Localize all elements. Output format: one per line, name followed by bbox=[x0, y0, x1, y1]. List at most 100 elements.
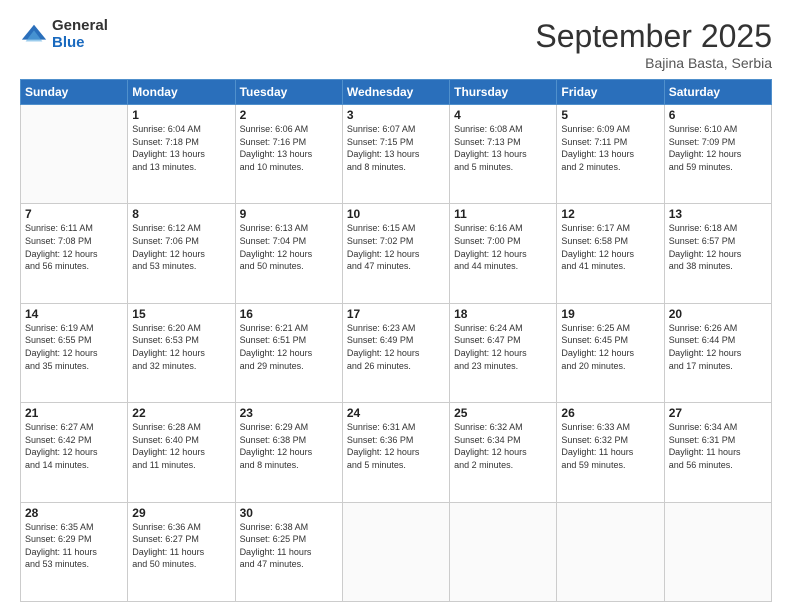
location-subtitle: Bajina Basta, Serbia bbox=[535, 55, 772, 71]
calendar-week-row: 28Sunrise: 6:35 AM Sunset: 6:29 PM Dayli… bbox=[21, 502, 772, 601]
calendar-day-23: 23Sunrise: 6:29 AM Sunset: 6:38 PM Dayli… bbox=[235, 403, 342, 502]
calendar-day-7: 7Sunrise: 6:11 AM Sunset: 7:08 PM Daylig… bbox=[21, 204, 128, 303]
day-info: Sunrise: 6:06 AM Sunset: 7:16 PM Dayligh… bbox=[240, 123, 338, 173]
day-header-sunday: Sunday bbox=[21, 80, 128, 105]
day-number: 19 bbox=[561, 307, 659, 321]
calendar-day-5: 5Sunrise: 6:09 AM Sunset: 7:11 PM Daylig… bbox=[557, 105, 664, 204]
day-number: 15 bbox=[132, 307, 230, 321]
calendar-week-row: 21Sunrise: 6:27 AM Sunset: 6:42 PM Dayli… bbox=[21, 403, 772, 502]
day-header-thursday: Thursday bbox=[450, 80, 557, 105]
calendar-day-25: 25Sunrise: 6:32 AM Sunset: 6:34 PM Dayli… bbox=[450, 403, 557, 502]
empty-day-cell bbox=[664, 502, 771, 601]
day-info: Sunrise: 6:21 AM Sunset: 6:51 PM Dayligh… bbox=[240, 322, 338, 372]
day-number: 28 bbox=[25, 506, 123, 520]
header: General Blue September 2025 Bajina Basta… bbox=[20, 18, 772, 71]
calendar-day-6: 6Sunrise: 6:10 AM Sunset: 7:09 PM Daylig… bbox=[664, 105, 771, 204]
day-number: 8 bbox=[132, 207, 230, 221]
calendar-day-9: 9Sunrise: 6:13 AM Sunset: 7:04 PM Daylig… bbox=[235, 204, 342, 303]
calendar-day-2: 2Sunrise: 6:06 AM Sunset: 7:16 PM Daylig… bbox=[235, 105, 342, 204]
calendar-day-17: 17Sunrise: 6:23 AM Sunset: 6:49 PM Dayli… bbox=[342, 303, 449, 402]
calendar-day-18: 18Sunrise: 6:24 AM Sunset: 6:47 PM Dayli… bbox=[450, 303, 557, 402]
day-number: 17 bbox=[347, 307, 445, 321]
logo: General Blue bbox=[20, 18, 108, 51]
day-number: 20 bbox=[669, 307, 767, 321]
day-number: 18 bbox=[454, 307, 552, 321]
empty-day-cell bbox=[342, 502, 449, 601]
day-number: 5 bbox=[561, 108, 659, 122]
day-header-monday: Monday bbox=[128, 80, 235, 105]
day-info: Sunrise: 6:12 AM Sunset: 7:06 PM Dayligh… bbox=[132, 222, 230, 272]
logo-blue: Blue bbox=[52, 35, 108, 52]
day-info: Sunrise: 6:36 AM Sunset: 6:27 PM Dayligh… bbox=[132, 521, 230, 571]
day-info: Sunrise: 6:31 AM Sunset: 6:36 PM Dayligh… bbox=[347, 421, 445, 471]
day-number: 2 bbox=[240, 108, 338, 122]
day-info: Sunrise: 6:18 AM Sunset: 6:57 PM Dayligh… bbox=[669, 222, 767, 272]
day-info: Sunrise: 6:19 AM Sunset: 6:55 PM Dayligh… bbox=[25, 322, 123, 372]
day-info: Sunrise: 6:28 AM Sunset: 6:40 PM Dayligh… bbox=[132, 421, 230, 471]
calendar-table: SundayMondayTuesdayWednesdayThursdayFrid… bbox=[20, 79, 772, 602]
day-number: 14 bbox=[25, 307, 123, 321]
empty-day-cell bbox=[21, 105, 128, 204]
day-info: Sunrise: 6:13 AM Sunset: 7:04 PM Dayligh… bbox=[240, 222, 338, 272]
day-info: Sunrise: 6:15 AM Sunset: 7:02 PM Dayligh… bbox=[347, 222, 445, 272]
day-info: Sunrise: 6:34 AM Sunset: 6:31 PM Dayligh… bbox=[669, 421, 767, 471]
day-number: 10 bbox=[347, 207, 445, 221]
day-info: Sunrise: 6:23 AM Sunset: 6:49 PM Dayligh… bbox=[347, 322, 445, 372]
day-number: 23 bbox=[240, 406, 338, 420]
day-header-wednesday: Wednesday bbox=[342, 80, 449, 105]
empty-day-cell bbox=[450, 502, 557, 601]
calendar-day-12: 12Sunrise: 6:17 AM Sunset: 6:58 PM Dayli… bbox=[557, 204, 664, 303]
calendar-day-27: 27Sunrise: 6:34 AM Sunset: 6:31 PM Dayli… bbox=[664, 403, 771, 502]
calendar-day-1: 1Sunrise: 6:04 AM Sunset: 7:18 PM Daylig… bbox=[128, 105, 235, 204]
calendar-week-row: 14Sunrise: 6:19 AM Sunset: 6:55 PM Dayli… bbox=[21, 303, 772, 402]
calendar-day-26: 26Sunrise: 6:33 AM Sunset: 6:32 PM Dayli… bbox=[557, 403, 664, 502]
day-info: Sunrise: 6:32 AM Sunset: 6:34 PM Dayligh… bbox=[454, 421, 552, 471]
day-number: 12 bbox=[561, 207, 659, 221]
day-number: 22 bbox=[132, 406, 230, 420]
day-info: Sunrise: 6:29 AM Sunset: 6:38 PM Dayligh… bbox=[240, 421, 338, 471]
day-number: 13 bbox=[669, 207, 767, 221]
day-number: 29 bbox=[132, 506, 230, 520]
day-info: Sunrise: 6:11 AM Sunset: 7:08 PM Dayligh… bbox=[25, 222, 123, 272]
day-info: Sunrise: 6:33 AM Sunset: 6:32 PM Dayligh… bbox=[561, 421, 659, 471]
day-info: Sunrise: 6:16 AM Sunset: 7:00 PM Dayligh… bbox=[454, 222, 552, 272]
day-number: 26 bbox=[561, 406, 659, 420]
logo-general: General bbox=[52, 18, 108, 35]
day-number: 27 bbox=[669, 406, 767, 420]
day-info: Sunrise: 6:09 AM Sunset: 7:11 PM Dayligh… bbox=[561, 123, 659, 173]
month-title: September 2025 bbox=[535, 18, 772, 55]
day-number: 6 bbox=[669, 108, 767, 122]
calendar-day-22: 22Sunrise: 6:28 AM Sunset: 6:40 PM Dayli… bbox=[128, 403, 235, 502]
logo-icon bbox=[20, 21, 48, 49]
day-number: 3 bbox=[347, 108, 445, 122]
calendar-day-3: 3Sunrise: 6:07 AM Sunset: 7:15 PM Daylig… bbox=[342, 105, 449, 204]
calendar-day-10: 10Sunrise: 6:15 AM Sunset: 7:02 PM Dayli… bbox=[342, 204, 449, 303]
calendar-day-21: 21Sunrise: 6:27 AM Sunset: 6:42 PM Dayli… bbox=[21, 403, 128, 502]
calendar-day-29: 29Sunrise: 6:36 AM Sunset: 6:27 PM Dayli… bbox=[128, 502, 235, 601]
day-info: Sunrise: 6:08 AM Sunset: 7:13 PM Dayligh… bbox=[454, 123, 552, 173]
day-header-friday: Friday bbox=[557, 80, 664, 105]
logo-text: General Blue bbox=[52, 18, 108, 51]
calendar-day-4: 4Sunrise: 6:08 AM Sunset: 7:13 PM Daylig… bbox=[450, 105, 557, 204]
calendar-day-15: 15Sunrise: 6:20 AM Sunset: 6:53 PM Dayli… bbox=[128, 303, 235, 402]
calendar-day-28: 28Sunrise: 6:35 AM Sunset: 6:29 PM Dayli… bbox=[21, 502, 128, 601]
day-number: 9 bbox=[240, 207, 338, 221]
day-info: Sunrise: 6:38 AM Sunset: 6:25 PM Dayligh… bbox=[240, 521, 338, 571]
calendar-day-14: 14Sunrise: 6:19 AM Sunset: 6:55 PM Dayli… bbox=[21, 303, 128, 402]
day-info: Sunrise: 6:25 AM Sunset: 6:45 PM Dayligh… bbox=[561, 322, 659, 372]
calendar-day-8: 8Sunrise: 6:12 AM Sunset: 7:06 PM Daylig… bbox=[128, 204, 235, 303]
day-info: Sunrise: 6:07 AM Sunset: 7:15 PM Dayligh… bbox=[347, 123, 445, 173]
day-info: Sunrise: 6:04 AM Sunset: 7:18 PM Dayligh… bbox=[132, 123, 230, 173]
day-header-saturday: Saturday bbox=[664, 80, 771, 105]
day-number: 21 bbox=[25, 406, 123, 420]
empty-day-cell bbox=[557, 502, 664, 601]
calendar-day-24: 24Sunrise: 6:31 AM Sunset: 6:36 PM Dayli… bbox=[342, 403, 449, 502]
calendar-day-19: 19Sunrise: 6:25 AM Sunset: 6:45 PM Dayli… bbox=[557, 303, 664, 402]
day-info: Sunrise: 6:10 AM Sunset: 7:09 PM Dayligh… bbox=[669, 123, 767, 173]
day-number: 11 bbox=[454, 207, 552, 221]
calendar-day-16: 16Sunrise: 6:21 AM Sunset: 6:51 PM Dayli… bbox=[235, 303, 342, 402]
day-number: 30 bbox=[240, 506, 338, 520]
day-info: Sunrise: 6:27 AM Sunset: 6:42 PM Dayligh… bbox=[25, 421, 123, 471]
page: General Blue September 2025 Bajina Basta… bbox=[0, 0, 792, 612]
calendar-week-row: 7Sunrise: 6:11 AM Sunset: 7:08 PM Daylig… bbox=[21, 204, 772, 303]
